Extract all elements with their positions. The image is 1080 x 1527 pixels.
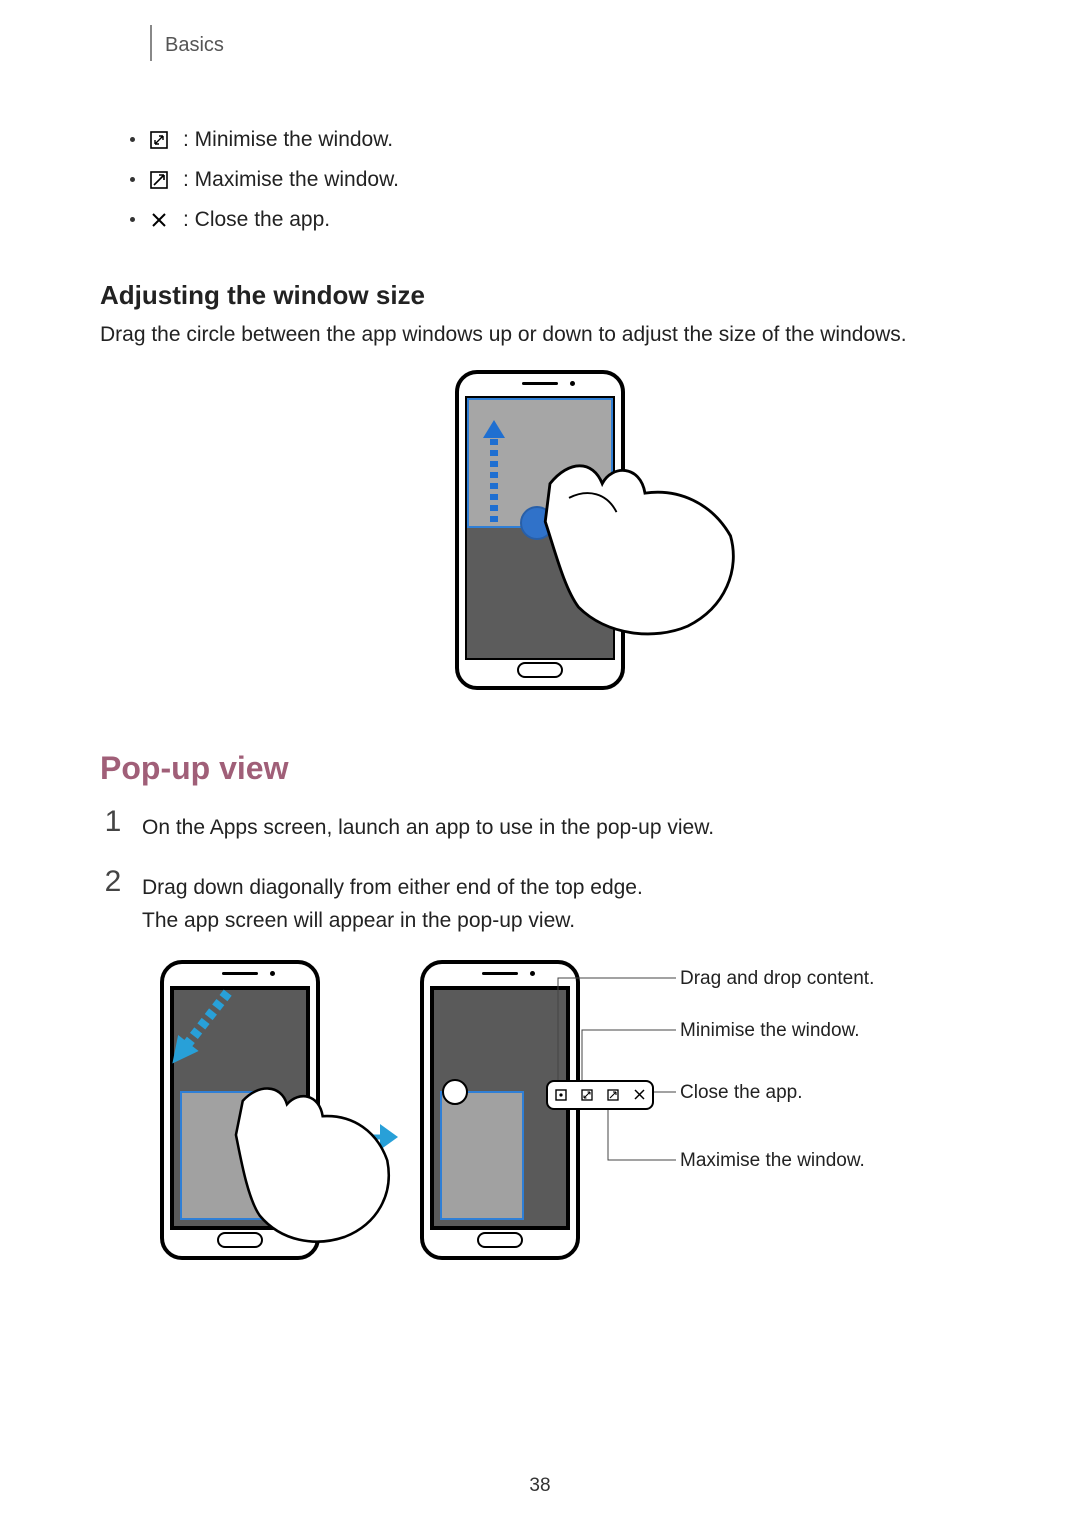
list-item-text: : Minimise the window. — [183, 120, 393, 160]
step-text: On the Apps screen, launch an app to use… — [142, 807, 714, 845]
illustration-popup-view: Drag and drop content. Minimise the wind… — [100, 960, 980, 1260]
step-1: 1 On the Apps screen, launch an app to u… — [100, 807, 980, 845]
icon-definition-list: : Minimise the window. : Maximise the wi… — [100, 120, 980, 240]
illustration-adjust-window — [100, 370, 980, 690]
subheading-adjusting: Adjusting the window size — [100, 280, 980, 311]
hand-gesture-icon — [541, 446, 750, 660]
page-number: 38 — [0, 1475, 1080, 1497]
bullet-icon — [130, 137, 135, 142]
callout-close: Close the app. — [680, 1082, 803, 1104]
header-section-label: Basics — [165, 34, 224, 57]
maximise-icon — [149, 170, 169, 190]
section-heading-popup: Pop-up view — [100, 750, 980, 787]
popup-toolbar — [546, 1080, 654, 1110]
popup-window — [440, 1091, 524, 1220]
callout-min: Minimise the window. — [680, 1020, 860, 1042]
bullet-icon — [130, 177, 135, 182]
step-number: 2 — [100, 867, 126, 938]
list-item: : Minimise the window. — [100, 120, 980, 160]
close-icon — [632, 1088, 646, 1102]
callout-max: Maximise the window. — [680, 1150, 865, 1172]
step-number: 1 — [100, 807, 126, 845]
bullet-icon — [130, 217, 135, 222]
body-text: Drag the circle between the app windows … — [100, 319, 980, 351]
popup-handle-icon — [442, 1079, 468, 1105]
step-text: The app screen will appear in the pop-up… — [142, 904, 643, 938]
list-item: : Close the app. — [100, 200, 980, 240]
maximise-icon — [606, 1088, 620, 1102]
callout-panel: Drag and drop content. Minimise the wind… — [600, 960, 980, 970]
list-item-text: : Close the app. — [183, 200, 330, 240]
callout-drag: Drag and drop content. — [680, 968, 874, 990]
minimise-icon — [580, 1088, 594, 1102]
header-rule — [150, 25, 152, 61]
step-2: 2 Drag down diagonally from either end o… — [100, 867, 980, 938]
drag-content-icon — [554, 1088, 568, 1102]
up-arrow-icon — [479, 414, 505, 524]
close-icon — [149, 210, 169, 230]
list-item: : Maximise the window. — [100, 160, 980, 200]
hand-gesture-icon — [234, 1075, 396, 1249]
list-item-text: : Maximise the window. — [183, 160, 399, 200]
step-text: Drag down diagonally from either end of … — [142, 871, 643, 905]
minimise-icon — [149, 130, 169, 150]
